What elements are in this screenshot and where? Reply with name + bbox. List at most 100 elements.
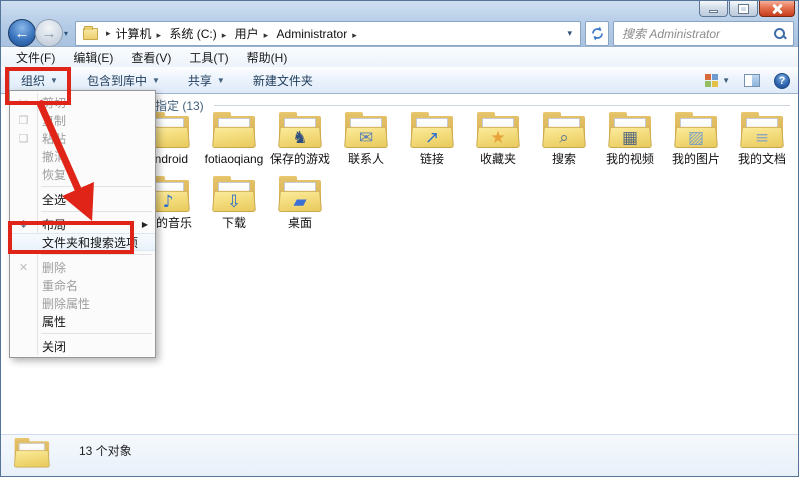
folder-item[interactable]: ⇩ 下载 — [201, 176, 267, 230]
menu-item[interactable]: ❐ 复制 ▶ — [10, 111, 155, 129]
menu-item[interactable]: 恢复 ▶ — [10, 165, 155, 183]
menu-item[interactable]: 文件夹和搜索选项 ▶ — [10, 233, 155, 251]
menu-item-wrap: ❖ 布局 ▶ — [10, 215, 155, 233]
folder-icon: ⌕ — [541, 112, 587, 150]
folder-item[interactable]: fotiaoqiang — [201, 112, 267, 166]
folder-item-label: 链接 — [420, 153, 444, 166]
breadcrumb-segment[interactable]: 计算机 — [116, 27, 152, 41]
details-pane: 13 个对象 — [1, 434, 798, 476]
menu-item-wrap: 文件夹和搜索选项 ▶ — [10, 233, 155, 255]
folder-item[interactable]: ▰ 桌面 — [267, 176, 333, 230]
menu-item[interactable]: ❏ 粘贴 ▶ — [10, 129, 155, 147]
back-button[interactable]: ← — [8, 19, 36, 47]
menu-item-wrap: ✂ 剪切 ▶ — [10, 93, 155, 111]
folder-item[interactable]: ✉ 联系人 — [333, 112, 399, 166]
folder-icon: ★ — [475, 112, 521, 150]
folder-item[interactable]: ♞ 保存的游戏 — [267, 112, 333, 166]
folder-icon — [211, 112, 257, 150]
item-count-label: 13 个对象 — [79, 442, 132, 459]
folder-item-label: 下载 — [222, 217, 246, 230]
chevron-down-icon: ▼ — [722, 76, 730, 85]
menu-item-icon: ✕ — [13, 261, 34, 274]
menu-bar-item[interactable]: 工具(T) — [180, 47, 237, 68]
menu-bar-item[interactable]: 文件(F) — [7, 47, 64, 68]
folder-overlay-icon: ♞ — [277, 130, 323, 147]
preview-pane-button[interactable] — [744, 74, 760, 87]
folder-item[interactable]: ▦ 我的视频 — [597, 112, 663, 166]
folder-item-label: 收藏夹 — [480, 153, 516, 166]
refresh-icon — [590, 26, 605, 41]
maximize-icon — [739, 5, 748, 13]
menu-item[interactable]: ❖ 布局 ▶ — [10, 215, 155, 233]
menu-item-label: 属性 — [42, 313, 66, 330]
folder-item-label: 我的图片 — [672, 153, 720, 166]
refresh-button[interactable] — [585, 21, 609, 46]
maximize-button[interactable] — [729, 1, 758, 17]
history-dropdown-icon[interactable]: ▾ — [64, 29, 68, 38]
folder-item-label: fotiaoqiang — [205, 153, 264, 166]
breadcrumb-segment[interactable]: 系统 (C:) — [169, 27, 216, 41]
menu-item[interactable]: ✂ 剪切 ▶ — [10, 93, 155, 111]
menu-bar: 文件(F)编辑(E)查看(V)工具(T)帮助(H) — [1, 47, 798, 67]
toolbar-button[interactable]: 包含到库中▼ — [76, 68, 171, 93]
search-icon[interactable] — [773, 27, 787, 41]
menu-item[interactable]: 重命名 ▶ — [10, 276, 155, 294]
organize-menu: ✂ 剪切 ▶ ❐ 复制 ▶ ❏ 粘贴 ▶ — [9, 90, 156, 358]
address-dropdown-icon[interactable]: ▾ — [563, 28, 576, 39]
folder-item[interactable]: ↗ 链接 — [399, 112, 465, 166]
folder-item-label: 联系人 — [348, 153, 384, 166]
group-header-rule — [214, 105, 790, 106]
breadcrumb-segment[interactable]: 用户 — [235, 27, 259, 41]
menu-bar-item[interactable]: 帮助(H) — [238, 47, 297, 68]
folder-icon: ⇩ — [211, 176, 257, 214]
menu-item-wrap: 删除属性 ▶ — [10, 294, 155, 312]
menu-bar-item[interactable]: 查看(V) — [122, 47, 180, 68]
folder-icon: ↗ — [409, 112, 455, 150]
toolbar-button-label: 组织 — [21, 72, 45, 89]
back-arrow-icon: ← — [15, 25, 30, 42]
menu-item-label: 剪切 — [42, 94, 66, 111]
folder-item[interactable]: ▨ 我的图片 — [663, 112, 729, 166]
close-button[interactable] — [759, 1, 795, 17]
address-bar[interactable]: ▸ 计算机▸ 系统 (C:)▸ 用户▸ Administrator▸ ▾ — [75, 21, 581, 46]
help-button[interactable]: ? — [774, 73, 790, 89]
menu-item-label: 布局 — [42, 216, 66, 233]
menu-item-icon: ❏ — [13, 132, 34, 145]
folder-overlay-icon: ⇩ — [211, 194, 257, 211]
folder-icon: ♞ — [277, 112, 323, 150]
folder-overlay-icon: ▦ — [607, 130, 653, 147]
toolbar-button-label: 包含到库中 — [87, 72, 147, 89]
folder-overlay-icon: ▰ — [277, 194, 323, 211]
toolbar-button[interactable]: 共享▼ — [177, 68, 236, 93]
folder-icon: ▨ — [673, 112, 719, 150]
menu-item[interactable]: 属性 ▶ — [10, 312, 155, 330]
search-box — [613, 21, 794, 46]
views-button[interactable]: ▼ — [705, 74, 730, 88]
folder-item[interactable]: ≡ 我的文档 — [729, 112, 795, 166]
forward-button[interactable]: → — [35, 19, 63, 47]
menu-item[interactable]: 全选 ▶ — [10, 190, 155, 208]
submenu-arrow-icon: ▶ — [142, 220, 148, 229]
menu-item-label: 文件夹和搜索选项 — [42, 234, 138, 251]
folder-item[interactable]: ⌕ 搜索 — [531, 112, 597, 166]
menu-item[interactable]: 关闭 ▶ — [10, 337, 155, 355]
menu-item-wrap: ❏ 粘贴 ▶ — [10, 129, 155, 147]
breadcrumb-arrow-icon: ▸ — [259, 30, 274, 40]
folder-item-label: 我的视频 — [606, 153, 654, 166]
folder-overlay-icon: ≡ — [739, 130, 785, 147]
menu-bar-item[interactable]: 编辑(E) — [64, 47, 122, 68]
folder-item[interactable]: ★ 收藏夹 — [465, 112, 531, 166]
menu-item[interactable]: ✕ 删除 ▶ — [10, 258, 155, 276]
minimize-button[interactable] — [699, 1, 728, 17]
menu-item-wrap: 撤消 ▶ — [10, 147, 155, 165]
toolbar-button[interactable]: 新建文件夹▼ — [242, 68, 324, 93]
folder-overlay-icon: ↗ — [409, 130, 455, 147]
folder-item-label: 我的文档 — [738, 153, 786, 166]
breadcrumb-arrow-icon: ▸ — [101, 28, 116, 39]
breadcrumb-segment[interactable]: Administrator — [277, 27, 348, 41]
views-icon — [705, 74, 719, 88]
menu-item[interactable]: 撤消 ▶ — [10, 147, 155, 165]
search-input[interactable] — [620, 26, 773, 42]
menu-item-wrap: 属性 ▶ — [10, 312, 155, 334]
menu-item[interactable]: 删除属性 ▶ — [10, 294, 155, 312]
